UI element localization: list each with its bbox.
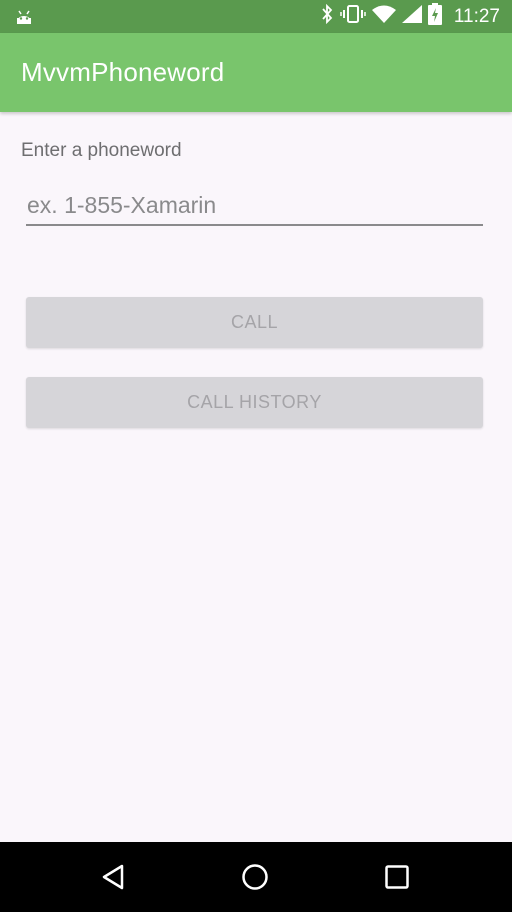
call-history-button[interactable]: CALL HISTORY	[26, 377, 483, 428]
home-icon[interactable]	[240, 862, 270, 892]
phoneword-input[interactable]	[26, 190, 483, 226]
navigation-bar	[0, 842, 512, 912]
app-title: MvvmPhoneword	[21, 57, 225, 87]
phoneword-label: Enter a phoneword	[21, 140, 182, 161]
status-time: 11:27	[453, 5, 500, 27]
status-bar: 11:27	[0, 0, 512, 33]
android-icon	[14, 6, 34, 29]
main-content: Enter a phoneword CALL CALL HISTORY	[0, 112, 512, 842]
battery-charging-icon	[427, 3, 442, 30]
signal-icon	[401, 5, 422, 28]
wifi-icon	[371, 5, 396, 28]
back-icon[interactable]	[98, 862, 128, 892]
app-bar: MvvmPhoneword	[0, 33, 512, 112]
bluetooth-icon	[320, 3, 334, 29]
recents-icon[interactable]	[382, 862, 412, 892]
vibrate-icon	[340, 4, 366, 29]
call-button[interactable]: CALL	[26, 297, 483, 348]
